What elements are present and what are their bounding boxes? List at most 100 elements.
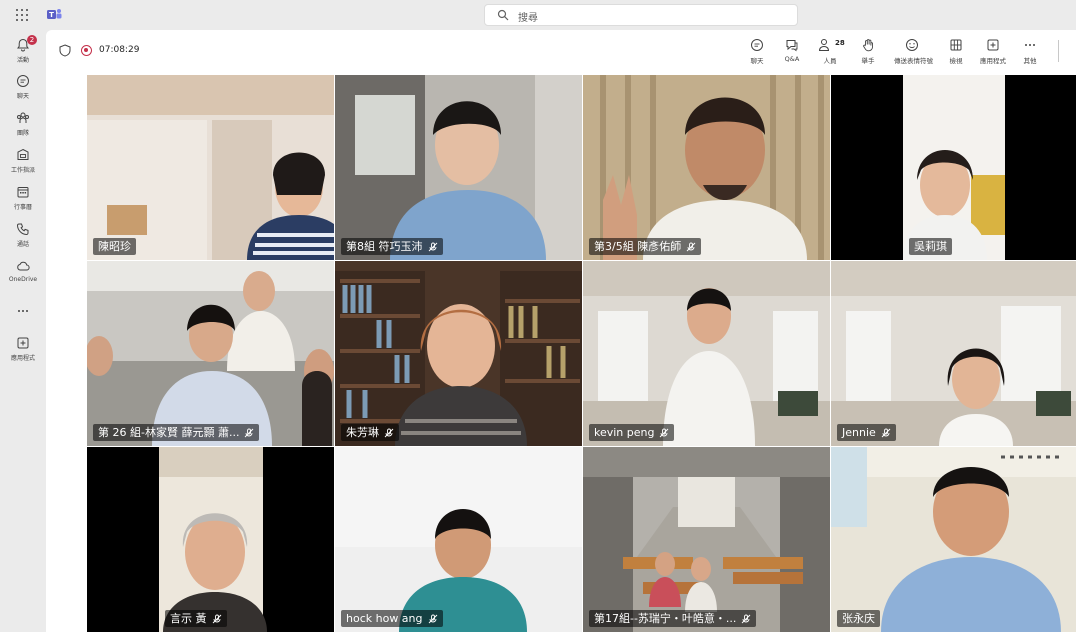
shield-icon[interactable] xyxy=(59,44,71,57)
mic-off-icon xyxy=(428,242,437,251)
meeting-toolbar: 07:08:29 聊天 Q&A 28 人員 舉手 傳送表情符號 檢視 應用程式 … xyxy=(46,30,1076,72)
rail-item-apps[interactable]: 應用程式 xyxy=(0,336,46,372)
emoji-icon xyxy=(906,39,918,51)
raise-hand-button[interactable]: 舉手 xyxy=(850,38,886,68)
apps-icon xyxy=(17,337,29,349)
app-launcher-icon[interactable] xyxy=(16,9,28,21)
rail-item-more[interactable] xyxy=(0,304,46,340)
tool-label: 舉手 xyxy=(861,57,875,65)
qa-button[interactable]: Q&A xyxy=(774,38,810,68)
rail-label: OneDrive xyxy=(8,276,38,283)
rail-label: 行事曆 xyxy=(13,204,32,211)
rail-label: 聊天 xyxy=(16,93,29,100)
rail-item-calendar[interactable]: 行事曆 xyxy=(0,185,46,221)
more-button[interactable]: 其他 xyxy=(1012,38,1048,68)
mic-off-icon xyxy=(686,242,696,251)
video-tile[interactable]: 张永庆 xyxy=(831,447,1076,632)
participant-name: hock how ang xyxy=(346,612,423,625)
video-tile[interactable]: 第8組 符巧玉沛 xyxy=(335,75,582,260)
participant-name-tag: 第8組 符巧玉沛 xyxy=(341,238,443,255)
participant-video xyxy=(583,75,830,260)
participant-video xyxy=(583,447,830,632)
participant-name: kevin peng xyxy=(594,426,655,439)
mic-off-icon xyxy=(245,428,254,437)
participant-name-tag: hock how ang xyxy=(341,610,443,627)
search-icon xyxy=(497,9,509,21)
tool-label: 聊天 xyxy=(750,57,764,65)
rail-item-onedrive[interactable]: OneDrive xyxy=(0,259,46,295)
rail-item-calls[interactable]: 通話 xyxy=(0,222,46,258)
video-tile[interactable]: 第17組--苏瑞宁・叶皓意・... xyxy=(583,447,830,632)
video-tile[interactable]: Jennie xyxy=(831,261,1076,446)
meeting-window: 07:08:29 聊天 Q&A 28 人員 舉手 傳送表情符號 檢視 應用程式 … xyxy=(46,30,1076,632)
rail-label: 應用程式 xyxy=(10,355,35,362)
video-tile[interactable]: 第3/5組 陳彥佑師 xyxy=(583,75,830,260)
participant-name-tag: kevin peng xyxy=(589,424,675,441)
people-button[interactable]: 28 人員 xyxy=(812,38,848,68)
participant-video xyxy=(335,75,582,260)
teams-icon xyxy=(17,112,29,123)
participant-name-tag: Jennie xyxy=(837,424,896,441)
participant-video xyxy=(87,447,334,632)
participant-video xyxy=(87,261,334,446)
participant-name: 第3/5組 陳彥佑師 xyxy=(594,240,682,253)
tool-label: 其他 xyxy=(1023,57,1037,65)
rail-label: 通話 xyxy=(16,241,29,248)
video-tile[interactable]: 言示 黃 xyxy=(87,447,334,632)
chat-icon xyxy=(751,39,763,51)
add-app-icon xyxy=(987,39,999,51)
video-tile[interactable]: 朱芳琳 xyxy=(335,261,582,446)
video-tile[interactable]: kevin peng xyxy=(583,261,830,446)
participant-name: 言示 黃 xyxy=(170,612,207,625)
toolbar-divider xyxy=(1058,40,1059,62)
rail-item-teams[interactable]: 團隊 xyxy=(0,111,46,147)
participant-name-tag: 第17組--苏瑞宁・叶皓意・... xyxy=(589,610,757,627)
view-icon xyxy=(950,39,962,51)
activity-badge: 2 xyxy=(27,35,37,45)
mic-off-icon xyxy=(212,614,221,623)
assignments-icon xyxy=(17,148,29,160)
participant-name: 陳昭珍 xyxy=(98,240,131,253)
participant-name-tag: 言示 黃 xyxy=(165,610,227,627)
participant-name: 朱芳琳 xyxy=(346,426,379,439)
rail-item-assignments[interactable]: 工作指派 xyxy=(0,148,46,184)
search-bar[interactable]: 搜尋 xyxy=(484,4,798,26)
mic-off-icon xyxy=(881,428,891,437)
mic-off-icon xyxy=(384,428,394,437)
meeting-timer: 07:08:29 xyxy=(99,45,140,55)
video-tile[interactable]: hock how ang xyxy=(335,447,582,632)
participant-name: 第8組 符巧玉沛 xyxy=(346,240,423,253)
search-input[interactable]: 搜尋 xyxy=(518,9,538,24)
send-reaction-button[interactable]: 傳送表情符號 xyxy=(894,38,933,68)
tool-label: 傳送表情符號 xyxy=(894,57,933,65)
video-tile[interactable]: 第 26 組-林家賢 薛元顥 蕭... xyxy=(87,261,334,446)
phone-icon xyxy=(16,223,29,236)
app-rail: 2 活動 聊天 團隊 工作指派 行事曆 通話 OneDrive 應用程式 xyxy=(0,30,46,632)
people-count: 28 xyxy=(835,39,845,47)
rail-item-activity[interactable]: 2 活動 xyxy=(0,35,46,74)
qa-icon xyxy=(786,40,798,52)
video-tile[interactable]: 陳昭珍 xyxy=(87,75,334,260)
video-gallery: 陳昭珍 第8組 符巧玉沛 第3/5組 陳彥佑師 吳莉琪 第 26 組-林家賢 薛… xyxy=(87,75,1076,632)
chat-icon xyxy=(17,75,29,87)
tool-label: Q&A xyxy=(784,55,800,63)
view-button[interactable]: 檢視 xyxy=(938,38,974,68)
people-icon xyxy=(818,39,830,51)
participant-name: 张永庆 xyxy=(842,612,875,625)
chat-button[interactable]: 聊天 xyxy=(739,38,775,68)
mic-off-icon xyxy=(428,614,437,623)
video-tile[interactable]: 吳莉琪 xyxy=(831,75,1076,260)
participant-name: Jennie xyxy=(842,426,876,439)
participant-name-tag: 朱芳琳 xyxy=(341,424,399,441)
tool-label: 人員 xyxy=(823,57,837,65)
participant-video xyxy=(87,75,334,260)
rail-label: 工作指派 xyxy=(10,167,35,174)
participant-name: 第 26 組-林家賢 薛元顥 蕭... xyxy=(98,426,240,439)
raise-hand-icon xyxy=(863,39,873,52)
rail-item-chat[interactable]: 聊天 xyxy=(0,74,46,110)
participant-video xyxy=(583,261,830,446)
apps-button[interactable]: 應用程式 xyxy=(975,38,1011,68)
participant-name: 吳莉琪 xyxy=(914,240,947,253)
mic-off-icon xyxy=(742,614,751,623)
mic-off-icon xyxy=(660,428,669,437)
